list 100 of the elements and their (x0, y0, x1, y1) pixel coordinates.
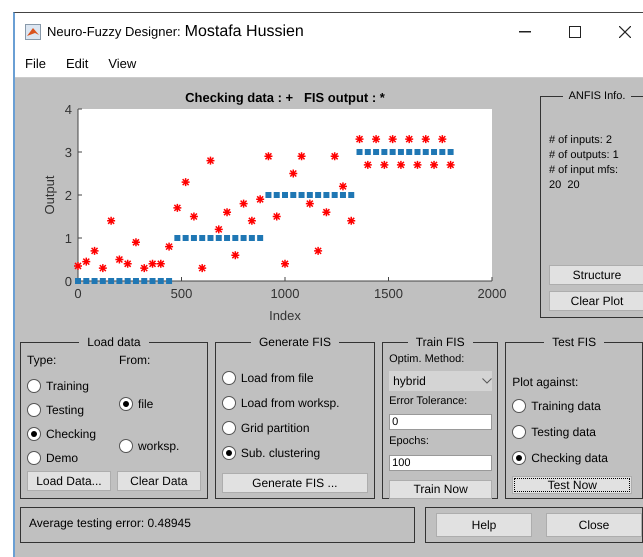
radio-option[interactable]: Load from worksp. (222, 394, 368, 412)
minimize-icon[interactable] (519, 30, 531, 32)
asterisk-marker (322, 207, 332, 217)
data-marker (257, 235, 264, 241)
asterisk-marker (106, 216, 116, 226)
asterisk-marker (404, 134, 414, 144)
radio-option[interactable]: Testing data (512, 423, 636, 441)
radio-option[interactable]: worksp. (119, 437, 180, 455)
asterisk-marker (346, 216, 356, 226)
radio-button[interactable] (27, 451, 41, 465)
data-marker (166, 278, 172, 284)
data-marker (332, 192, 338, 198)
radio-button[interactable] (222, 371, 236, 385)
radio-button[interactable] (222, 446, 236, 460)
dialog-button[interactable]: Help (436, 513, 532, 537)
radio-option[interactable]: Training data (512, 397, 636, 415)
panel-title: Load data (86, 334, 142, 351)
panel-button[interactable]: Structure (549, 265, 643, 285)
asterisk-marker (122, 259, 132, 269)
load-data-button[interactable]: Clear Data (116, 471, 201, 491)
asterisk-marker (380, 160, 390, 170)
asterisk-marker (206, 156, 216, 166)
data-marker (348, 192, 354, 198)
radio-button[interactable] (512, 425, 526, 439)
panel-title: Generate FIS (258, 334, 332, 351)
x-axis-label: Index (269, 308, 301, 323)
radio-option[interactable]: file (119, 395, 180, 413)
load-data-button[interactable]: Load Data... (27, 471, 111, 491)
radio-button[interactable] (512, 451, 526, 465)
info-text: # of outputs: 1 (549, 148, 620, 162)
radio-option[interactable]: Checking data (512, 449, 636, 467)
asterisk-marker (264, 152, 274, 162)
info-text: # of input mfs: (549, 162, 620, 178)
info-text: # of inputs: 2 (549, 132, 613, 148)
data-marker (124, 278, 131, 284)
data-marker (240, 235, 247, 241)
radio-option[interactable]: Sub. clustering (222, 444, 368, 462)
radio-option[interactable]: Grid partition (222, 419, 368, 437)
asterisk-marker (189, 212, 199, 222)
data-marker (356, 149, 363, 155)
radio-button[interactable] (27, 403, 41, 417)
data-marker (373, 149, 380, 155)
radio-option[interactable]: Demo (27, 449, 119, 467)
radio-option[interactable]: Load from file (222, 369, 368, 387)
plot-against-label: Plot against: (512, 374, 580, 391)
asterisk-marker (421, 134, 430, 144)
asterisk-marker (114, 254, 124, 264)
dialog-button[interactable]: Close (546, 513, 642, 537)
test-now-button[interactable]: Test Now (512, 476, 632, 494)
train-now-button[interactable]: Train Now (389, 480, 492, 498)
radio-button[interactable] (512, 399, 526, 413)
asterisk-marker (388, 134, 398, 144)
data-marker (182, 235, 189, 241)
radio-button[interactable] (222, 421, 236, 435)
info-text: 20 20 (549, 178, 581, 192)
epochs-label: Epochs: (389, 434, 430, 449)
menu-item[interactable]: Edit (66, 54, 88, 74)
menu-item[interactable]: View (108, 54, 136, 74)
asterisk-marker (82, 256, 92, 266)
panel-button[interactable]: Clear Plot (549, 291, 643, 311)
epochs-field[interactable]: 100 (389, 454, 492, 471)
radio-button[interactable] (222, 396, 236, 410)
generate-fis-button[interactable]: Generate FIS ... (222, 473, 368, 493)
asterisk-marker (197, 263, 207, 273)
asterisk-marker (354, 134, 364, 144)
radio-option[interactable]: Training (27, 377, 119, 395)
radio-option[interactable]: Checking (27, 425, 119, 443)
x-tick-label: 1500 (374, 286, 403, 301)
y-tick-label: 2 (64, 188, 72, 203)
data-marker (298, 192, 305, 198)
asterisk-marker (305, 198, 315, 208)
radio-option[interactable]: Testing (27, 401, 119, 419)
data-marker (224, 235, 230, 241)
asterisk-marker (330, 152, 340, 162)
data-marker (431, 149, 438, 155)
data-marker (274, 192, 280, 198)
asterisk-marker (438, 134, 448, 144)
asterisk-marker (164, 242, 174, 252)
tolerance-field[interactable]: 0 (389, 414, 492, 430)
tolerance-label: Error Tolerance: (389, 394, 468, 408)
asterisk-marker (446, 160, 456, 170)
maximize-icon[interactable] (569, 26, 581, 38)
asterisk-marker (363, 160, 373, 170)
asterisk-marker (214, 224, 224, 234)
method-dropdown[interactable]: hybrid (389, 370, 492, 390)
y-tick-label: 1 (64, 231, 72, 246)
panel-title: Test FIS (551, 334, 598, 351)
radio-button[interactable] (119, 439, 133, 453)
asterisk-marker (272, 212, 282, 222)
menu-item[interactable]: File (25, 54, 46, 74)
asterisk-marker (412, 160, 422, 170)
data-marker (315, 192, 322, 198)
close-icon[interactable] (619, 26, 631, 38)
radio-button[interactable] (27, 379, 41, 393)
asterisk-marker (288, 168, 298, 178)
asterisk-marker (156, 259, 166, 269)
panel-title: Train FIS (414, 334, 466, 351)
x-tick-label: 0 (74, 286, 82, 301)
radio-button[interactable] (119, 397, 133, 411)
radio-button[interactable] (27, 427, 41, 441)
